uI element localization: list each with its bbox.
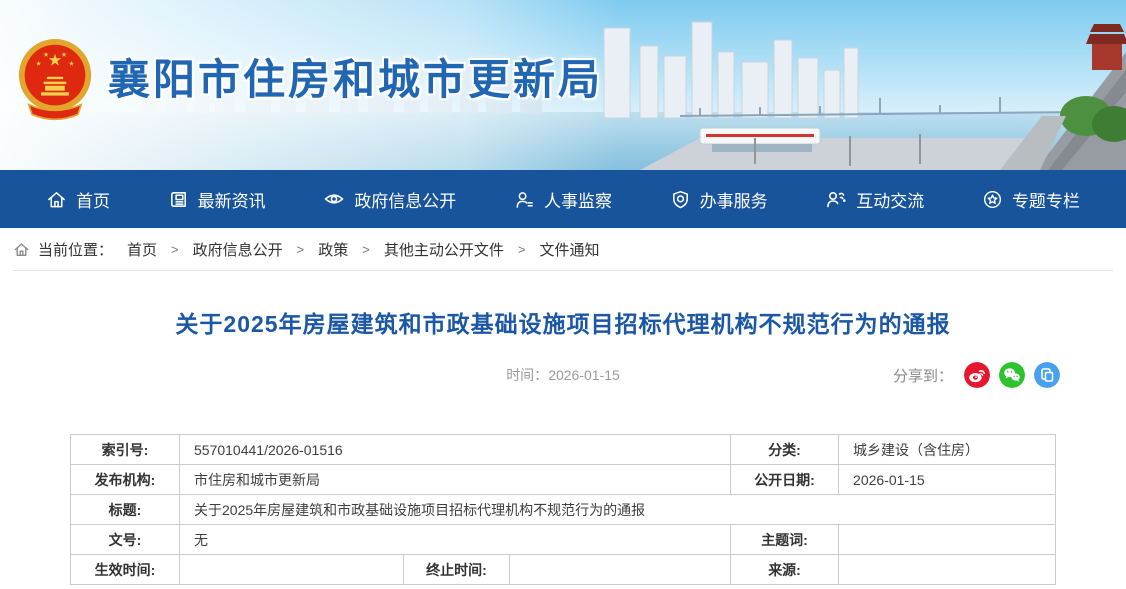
breadcrumb-item-home[interactable]: 首页 xyxy=(127,239,157,260)
header-banner: 襄阳市住房和城市更新局 xyxy=(0,0,1126,170)
breadcrumb-separator: > xyxy=(362,242,370,257)
publish-date-label: 公开日期: xyxy=(731,465,839,495)
breadcrumb-separator: > xyxy=(518,242,526,257)
publish-time-label: 时间： xyxy=(506,367,548,383)
nav-label: 政府信息公开 xyxy=(354,187,456,212)
breadcrumb: 当前位置： 首页 > 政府信息公开 > 政策 > 其他主动公开文件 > 文件通知 xyxy=(13,228,1113,271)
nav-item-interaction[interactable]: 互动交流 xyxy=(825,187,924,212)
doc-no-value: 无 xyxy=(180,525,731,555)
breadcrumb-item-gov-info[interactable]: 政府信息公开 xyxy=(193,239,283,260)
copy-link-share-icon[interactable] xyxy=(1034,362,1060,388)
category-value: 城乡建设（含住房） xyxy=(839,435,1056,465)
publisher-value: 市住房和城市更新局 xyxy=(180,465,731,495)
nav-item-services[interactable]: 办事服务 xyxy=(670,187,768,212)
doc-title-label: 标题: xyxy=(71,495,180,525)
breadcrumb-item-other-docs[interactable]: 其他主动公开文件 xyxy=(384,239,504,260)
share-label: 分享到： xyxy=(893,365,953,386)
main-nav: 首页 最新资讯 政府信息公开 人事监察 办事服务 互动交流 xyxy=(0,170,1126,228)
person-icon xyxy=(514,189,535,210)
keywords-value xyxy=(839,525,1056,555)
weibo-share-icon[interactable] xyxy=(964,362,990,388)
home-icon xyxy=(46,189,67,210)
share-bar: 分享到： xyxy=(893,361,1060,389)
china-national-emblem-icon xyxy=(14,36,96,124)
category-label: 分类: xyxy=(731,435,839,465)
breadcrumb-label: 当前位置： xyxy=(38,239,113,260)
index-no-label: 索引号: xyxy=(71,435,180,465)
article-meta-row: 时间：2026-01-15 分享到： xyxy=(0,361,1126,389)
wechat-share-icon[interactable] xyxy=(999,362,1025,388)
article-title: 关于2025年房屋建筑和市政基础设施项目招标代理机构不规范行为的通报 xyxy=(0,305,1126,339)
nav-label: 首页 xyxy=(76,187,110,212)
nav-label: 办事服务 xyxy=(700,187,768,212)
nav-label: 互动交流 xyxy=(856,187,924,212)
effective-date-label: 生效时间: xyxy=(71,555,180,585)
breadcrumb-item-doc-notice[interactable]: 文件通知 xyxy=(539,239,599,260)
shield-icon xyxy=(670,189,691,210)
breadcrumb-separator: > xyxy=(171,242,179,257)
publisher-label: 发布机构: xyxy=(71,465,180,495)
news-icon xyxy=(168,189,189,210)
nav-item-special-topics[interactable]: 专题专栏 xyxy=(982,187,1080,212)
publish-date-value: 2026-01-15 xyxy=(839,465,1056,495)
table-row: 生效时间: 终止时间: 来源: xyxy=(71,555,1056,585)
nav-item-home[interactable]: 首页 xyxy=(46,187,110,212)
nav-item-personnel[interactable]: 人事监察 xyxy=(514,187,612,212)
eye-icon xyxy=(323,188,345,210)
article-header: 关于2025年房屋建筑和市政基础设施项目招标代理机构不规范行为的通报 时间：20… xyxy=(0,305,1126,389)
nav-label: 最新资讯 xyxy=(198,187,266,212)
breadcrumb-item-policy[interactable]: 政策 xyxy=(318,239,348,260)
nav-item-gov-info[interactable]: 政府信息公开 xyxy=(323,187,456,212)
nav-label: 专题专栏 xyxy=(1012,187,1080,212)
table-row: 发布机构: 市住房和城市更新局 公开日期: 2026-01-15 xyxy=(71,465,1056,495)
source-value xyxy=(839,555,1056,585)
site-brand: 襄阳市住房和城市更新局 xyxy=(14,36,603,124)
star-icon xyxy=(982,189,1003,210)
document-meta-table: 索引号: 557010441/2026-01516 分类: 城乡建设（含住房） … xyxy=(70,434,1056,585)
end-date-label: 终止时间: xyxy=(404,555,510,585)
table-row: 文号: 无 主题词: xyxy=(71,525,1056,555)
publish-time-value: 2026-01-15 xyxy=(548,367,620,383)
effective-date-value xyxy=(180,555,404,585)
table-row: 标题: 关于2025年房屋建筑和市政基础设施项目招标代理机构不规范行为的通报 xyxy=(71,495,1056,525)
nav-item-news[interactable]: 最新资讯 xyxy=(168,187,266,212)
breadcrumb-separator: > xyxy=(297,242,305,257)
site-title: 襄阳市住房和城市更新局 xyxy=(108,59,603,101)
doc-title-value: 关于2025年房屋建筑和市政基础设施项目招标代理机构不规范行为的通报 xyxy=(180,495,1056,525)
keywords-label: 主题词: xyxy=(731,525,839,555)
breadcrumb-home-icon xyxy=(13,241,30,258)
end-date-value xyxy=(510,555,731,585)
nav-label: 人事监察 xyxy=(544,187,612,212)
chat-icon xyxy=(825,188,847,210)
doc-no-label: 文号: xyxy=(71,525,180,555)
document-meta-table-wrap: 索引号: 557010441/2026-01516 分类: 城乡建设（含住房） … xyxy=(70,434,1056,585)
source-label: 来源: xyxy=(731,555,839,585)
table-row: 索引号: 557010441/2026-01516 分类: 城乡建设（含住房） xyxy=(71,435,1056,465)
index-no-value: 557010441/2026-01516 xyxy=(180,435,731,465)
